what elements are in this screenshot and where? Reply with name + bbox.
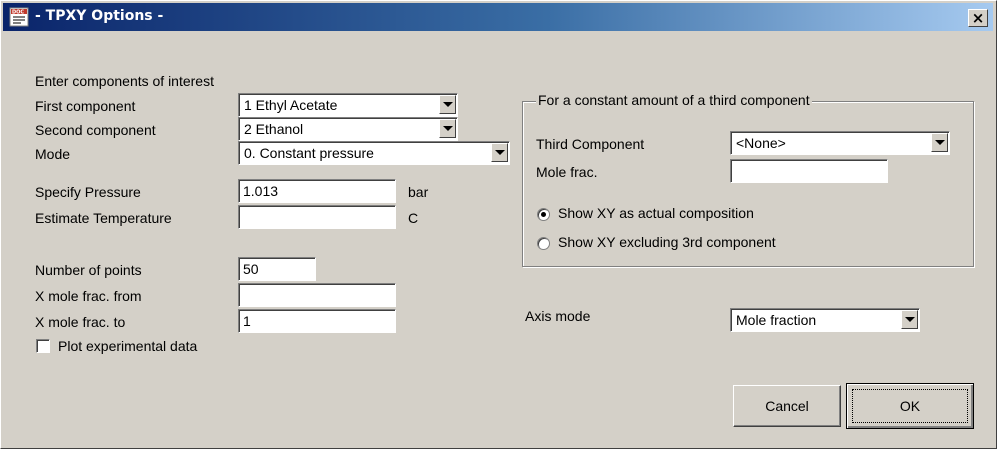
x-from-input[interactable] xyxy=(238,283,396,307)
axis-mode-dropdown-button[interactable] xyxy=(901,310,918,329)
axis-mode-select[interactable]: Mole fraction xyxy=(730,308,920,332)
title-bar[interactable]: DOC - TPXY Options - × xyxy=(3,3,993,31)
mode-select[interactable]: 0. Constant pressure xyxy=(238,141,510,165)
tpxy-options-dialog: DOC - TPXY Options - × Enter components … xyxy=(0,0,997,449)
first-component-label: First component xyxy=(35,98,136,114)
plot-experimental-checkbox[interactable] xyxy=(36,339,50,353)
show-excluding-label[interactable]: Show XY excluding 3rd component xyxy=(558,234,776,250)
mole-frac-label: Mole frac. xyxy=(536,164,598,180)
plot-experimental-label[interactable]: Plot experimental data xyxy=(58,338,197,354)
components-heading: Enter components of interest xyxy=(35,73,214,89)
temperature-input[interactable] xyxy=(238,205,396,229)
svg-text:DOC: DOC xyxy=(12,10,24,16)
show-actual-label[interactable]: Show XY as actual composition xyxy=(558,205,754,221)
temperature-unit: C xyxy=(408,210,419,226)
x-to-label: X mole frac. to xyxy=(35,314,126,330)
window-title: - TPXY Options - xyxy=(35,8,164,24)
show-excluding-radio[interactable] xyxy=(537,237,550,250)
third-component-label: Third Component xyxy=(536,136,645,152)
third-component-select[interactable]: <None> xyxy=(730,131,950,155)
second-component-label: Second component xyxy=(35,122,156,138)
axis-mode-value: Mole fraction xyxy=(736,312,817,328)
mode-value: 0. Constant pressure xyxy=(244,145,374,161)
pressure-input[interactable]: 1.013 xyxy=(238,179,396,203)
temperature-label: Estimate Temperature xyxy=(35,210,172,226)
first-component-dropdown-button[interactable] xyxy=(439,95,456,114)
number-of-points-input[interactable]: 50 xyxy=(238,257,316,281)
third-component-value: <None> xyxy=(736,135,786,151)
second-component-select[interactable]: 2 Ethanol xyxy=(238,117,458,141)
first-component-value: 1 Ethyl Acetate xyxy=(244,97,338,113)
pressure-label: Specify Pressure xyxy=(35,184,141,200)
app-icon: DOC xyxy=(9,7,29,27)
third-component-group-title: For a constant amount of a third compone… xyxy=(536,92,812,108)
third-component-dropdown-button[interactable] xyxy=(931,133,948,152)
mole-frac-input[interactable] xyxy=(730,159,888,183)
number-of-points-label: Number of points xyxy=(35,262,142,278)
second-component-value: 2 Ethanol xyxy=(244,121,304,137)
ok-button[interactable]: OK xyxy=(846,383,974,429)
close-button[interactable]: × xyxy=(968,9,988,27)
pressure-unit: bar xyxy=(408,184,429,200)
x-to-input[interactable]: 1 xyxy=(238,309,396,333)
ok-focus-rect xyxy=(852,389,968,423)
x-from-label: X mole frac. from xyxy=(35,288,142,304)
axis-mode-label: Axis mode xyxy=(525,308,591,324)
mode-dropdown-button[interactable] xyxy=(491,143,508,162)
mode-label: Mode xyxy=(35,146,71,162)
cancel-button[interactable]: Cancel xyxy=(733,385,841,427)
show-actual-radio[interactable] xyxy=(537,208,550,221)
first-component-select[interactable]: 1 Ethyl Acetate xyxy=(238,93,458,117)
second-component-dropdown-button[interactable] xyxy=(439,119,456,138)
